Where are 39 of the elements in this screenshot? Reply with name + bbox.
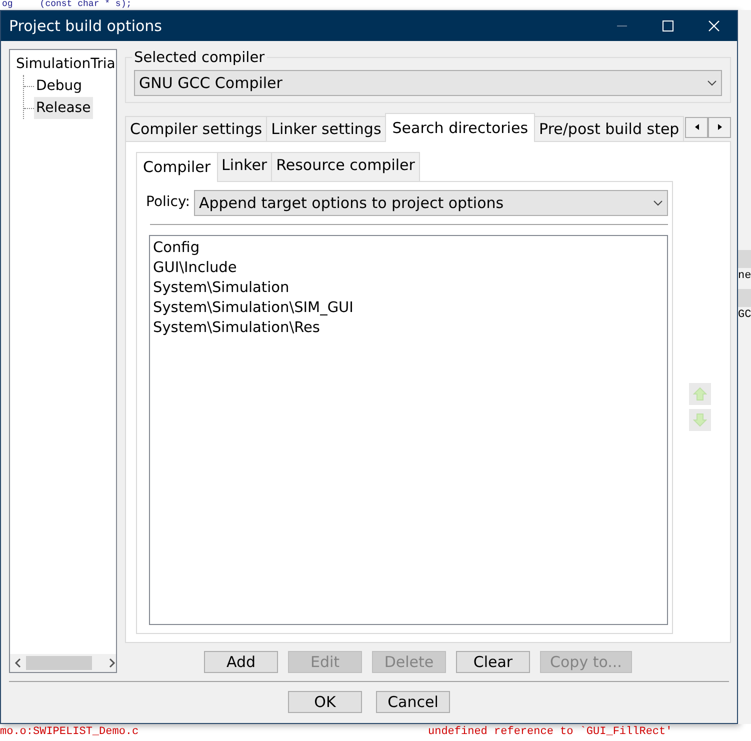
list-item[interactable]: System\Simulation: [153, 278, 664, 298]
tab[interactable]: Linker: [216, 152, 272, 181]
tab[interactable]: Compiler: [136, 152, 218, 182]
window-title: Project build options: [9, 16, 163, 37]
dialog-button[interactable]: OK: [288, 691, 362, 713]
tab[interactable]: Linker settings: [266, 116, 386, 142]
list-item[interactable]: GUI\Include: [153, 258, 664, 278]
background-text: GC: [738, 308, 751, 322]
close-icon[interactable]: [708, 20, 720, 32]
right-triangle-icon: [718, 124, 722, 130]
tree-item[interactable]: SimulationTria: [16, 53, 116, 75]
tree-item[interactable]: Release: [34, 97, 93, 119]
list-item[interactable]: System\Simulation\Res: [153, 318, 664, 338]
dialog-button[interactable]: Cancel: [376, 691, 450, 713]
action-button[interactable]: Clear: [456, 651, 530, 673]
log-text: undefined reference to `GUI_FillRect': [428, 725, 672, 740]
log-text: mo.o:SWIPELIST_Demo.c: [0, 725, 140, 740]
policy-dropdown[interactable]: Append target options to project options: [194, 190, 668, 216]
tab[interactable]: Resource compiler: [271, 152, 420, 181]
group-label: Selected compiler: [132, 50, 267, 66]
background-text: ne: [738, 269, 751, 284]
left-triangle-icon: [694, 124, 699, 130]
list-item[interactable]: Config: [153, 238, 664, 258]
maximize-icon[interactable]: [662, 20, 674, 32]
up-arrow-icon: [693, 387, 707, 402]
action-button[interactable]: Add: [204, 651, 278, 673]
tab-scroll-right-button[interactable]: [708, 116, 732, 138]
scrollbar-thumb[interactable]: [26, 656, 92, 670]
tree-item[interactable]: Debug: [34, 75, 84, 97]
tab[interactable]: Pre/post build step: [534, 116, 684, 142]
policy-label: Policy:: [146, 193, 190, 212]
list-item[interactable]: System\Simulation\SIM_GUI: [153, 298, 664, 318]
tab[interactable]: Compiler settings: [125, 116, 268, 142]
compiler-dropdown[interactable]: GNU GCC Compiler: [134, 70, 722, 96]
scroll-right-icon[interactable]: [108, 658, 116, 668]
scroll-left-icon[interactable]: [14, 658, 22, 668]
tab[interactable]: Search directories: [385, 112, 536, 142]
tab-scroll-left-button[interactable]: [685, 116, 708, 138]
down-arrow-icon: [693, 413, 707, 428]
